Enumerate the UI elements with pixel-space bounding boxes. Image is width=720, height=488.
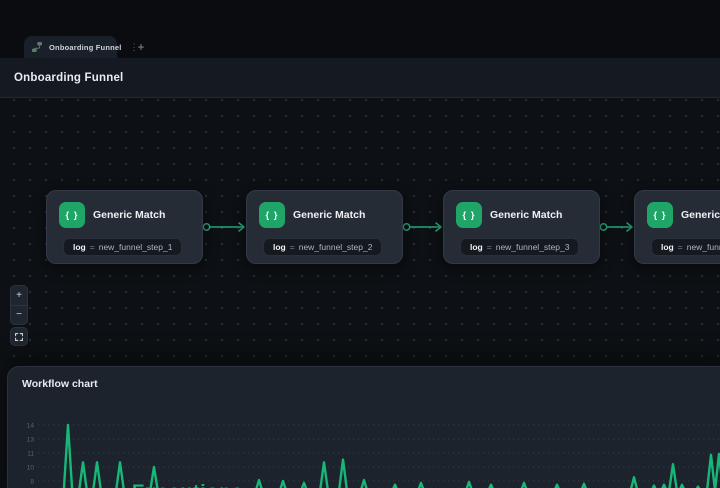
condition-field: log (273, 242, 286, 252)
node-title: Generic Match (681, 209, 720, 221)
workflow-node[interactable]: { } Generic Match log = new_funnel_step_1 (46, 190, 203, 264)
braces-icon: { } (259, 202, 285, 228)
node-title: Generic Match (490, 209, 562, 221)
node-title: Generic Match (293, 209, 365, 221)
svg-text:8: 8 (30, 479, 34, 486)
condition-operator: = (487, 242, 492, 252)
workflow-chart: 14 13 11 10 8 (8, 367, 720, 488)
page-header: Onboarding Funnel (0, 58, 720, 98)
condition-value: new_funnel_step_4 (687, 242, 720, 252)
tab-label: Onboarding Funnel (49, 43, 122, 52)
workflow-chart-panel: 14 13 11 10 8 Workflow chart Executions (7, 366, 720, 488)
workflow-icon (31, 41, 43, 53)
tab-bar: Onboarding Funnel ⋮ + (0, 0, 720, 58)
page-title: Onboarding Funnel (14, 72, 123, 84)
condition-operator: = (290, 242, 295, 252)
chart-title: Workflow chart (22, 378, 98, 390)
zoom-controls: + − (10, 285, 28, 325)
node-log-condition[interactable]: log = new_funnel_step_4 (651, 238, 720, 256)
node-header: { } Generic Match (247, 191, 402, 228)
node-header: { } Generic Match (47, 191, 202, 228)
condition-field: log (661, 242, 674, 252)
svg-text:11: 11 (27, 451, 34, 458)
condition-field: log (73, 242, 86, 252)
condition-field: log (470, 242, 483, 252)
workflow-node[interactable]: { } Generic Match log = new_funnel_step_2 (246, 190, 403, 264)
svg-text:10: 10 (27, 465, 35, 472)
condition-operator: = (90, 242, 95, 252)
workflow-node[interactable]: { } Generic Match log = new_funnel_step_3 (443, 190, 600, 264)
zoom-out-button[interactable]: − (11, 305, 27, 324)
chart-clipped-label: Executions (132, 482, 243, 488)
workflow-node[interactable]: { } Generic Match log = new_funnel_step_4 (634, 190, 720, 264)
fit-view-control (10, 327, 28, 346)
svg-text:14: 14 (27, 423, 35, 430)
braces-icon: { } (59, 202, 85, 228)
zoom-in-button[interactable]: + (11, 286, 27, 305)
braces-icon: { } (647, 202, 673, 228)
fit-view-icon (14, 332, 24, 342)
node-header: { } Generic Match (444, 191, 599, 228)
condition-value: new_funnel_step_1 (99, 242, 173, 252)
condition-value: new_funnel_step_3 (496, 242, 570, 252)
svg-text:13: 13 (27, 437, 35, 444)
node-header: { } Generic Match (635, 191, 720, 228)
node-log-condition[interactable]: log = new_funnel_step_1 (63, 238, 182, 256)
node-log-condition[interactable]: log = new_funnel_step_2 (263, 238, 382, 256)
tab-onboarding-funnel[interactable]: Onboarding Funnel ⋮ (24, 36, 117, 58)
condition-value: new_funnel_step_2 (299, 242, 373, 252)
node-title: Generic Match (93, 209, 165, 221)
node-log-condition[interactable]: log = new_funnel_step_3 (460, 238, 579, 256)
fit-view-button[interactable] (11, 328, 27, 345)
new-tab-button[interactable]: + (133, 39, 149, 55)
braces-icon: { } (456, 202, 482, 228)
condition-operator: = (678, 242, 683, 252)
